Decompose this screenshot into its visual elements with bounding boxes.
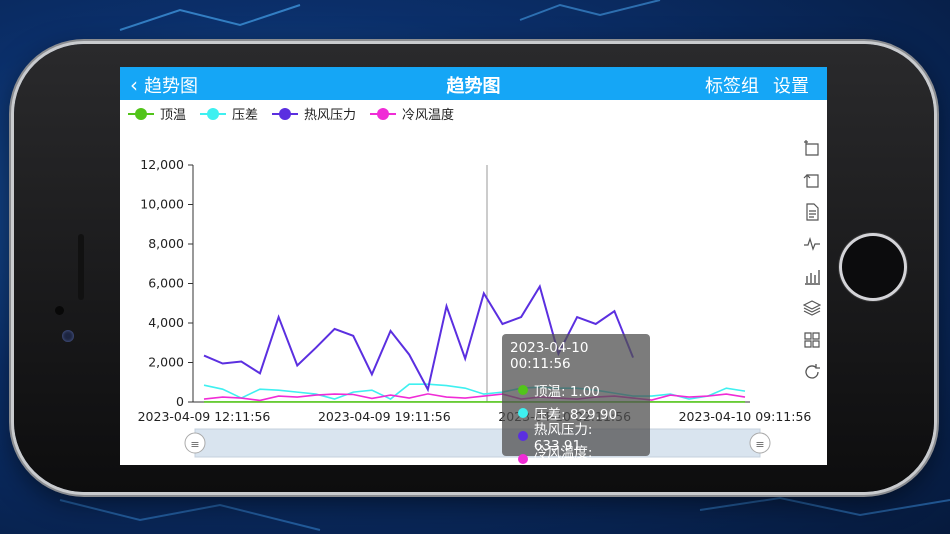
handle-grip-icon: ≡ xyxy=(755,438,764,451)
chart-tooltip: 2023-04-10 00:11:56 顶温: 1.00 压差: 829.90 … xyxy=(502,334,650,465)
x-tick-label: 2023-04-09 19:11:56 xyxy=(318,409,451,424)
trend-chart: 12,00010,0008,0006,0004,0002,00002023-04… xyxy=(138,157,812,458)
zoom-area-icon[interactable] xyxy=(803,139,821,157)
x-tick-label: 2023-04-09 12:11:56 xyxy=(138,409,271,424)
tooltip-value: 冷风温度: 411.10 xyxy=(533,444,593,466)
y-tick-label: 8,000 xyxy=(148,236,184,251)
home-button[interactable] xyxy=(839,233,907,301)
y-tick-label: 6,000 xyxy=(148,276,184,291)
x-tick-label: 2023-04-10 09:11:56 xyxy=(679,409,812,424)
y-tick-label: 2,000 xyxy=(148,355,184,370)
tooltip-dot xyxy=(518,407,528,418)
zoom-slider-track xyxy=(194,428,761,458)
line-chart-icon[interactable] xyxy=(803,235,821,253)
volume-button xyxy=(78,234,84,300)
tooltip-dot xyxy=(518,430,528,441)
handle-grip-icon: ≡ xyxy=(190,438,199,451)
speaker-dot xyxy=(55,306,64,315)
tooltip-time: 2023-04-10 00:11:56 xyxy=(510,340,589,372)
tooltip-dot xyxy=(518,453,528,464)
chart-toolbox xyxy=(802,139,823,395)
zoom-reset-icon[interactable] xyxy=(803,171,821,189)
bar-chart-icon[interactable] xyxy=(803,267,821,285)
data-view-icon[interactable] xyxy=(803,203,821,221)
y-tick-label: 12,000 xyxy=(140,157,184,172)
app-screen: ‹ 趋势图 趋势图 标签组 设置 顶温 压差 热风压力 冷风温度 12,000 1… xyxy=(120,67,827,465)
restore-icon[interactable] xyxy=(803,363,821,381)
y-tick-label: 4,000 xyxy=(148,315,184,330)
y-tick-label: 0 xyxy=(176,394,184,409)
stack-icon[interactable] xyxy=(802,299,822,317)
camera xyxy=(62,330,74,342)
tooltip-dot xyxy=(518,384,528,395)
y-tick-label: 10,000 xyxy=(140,197,184,212)
tiled-icon[interactable] xyxy=(803,331,821,349)
tooltip-value: 顶温: 1.00 xyxy=(534,383,600,400)
